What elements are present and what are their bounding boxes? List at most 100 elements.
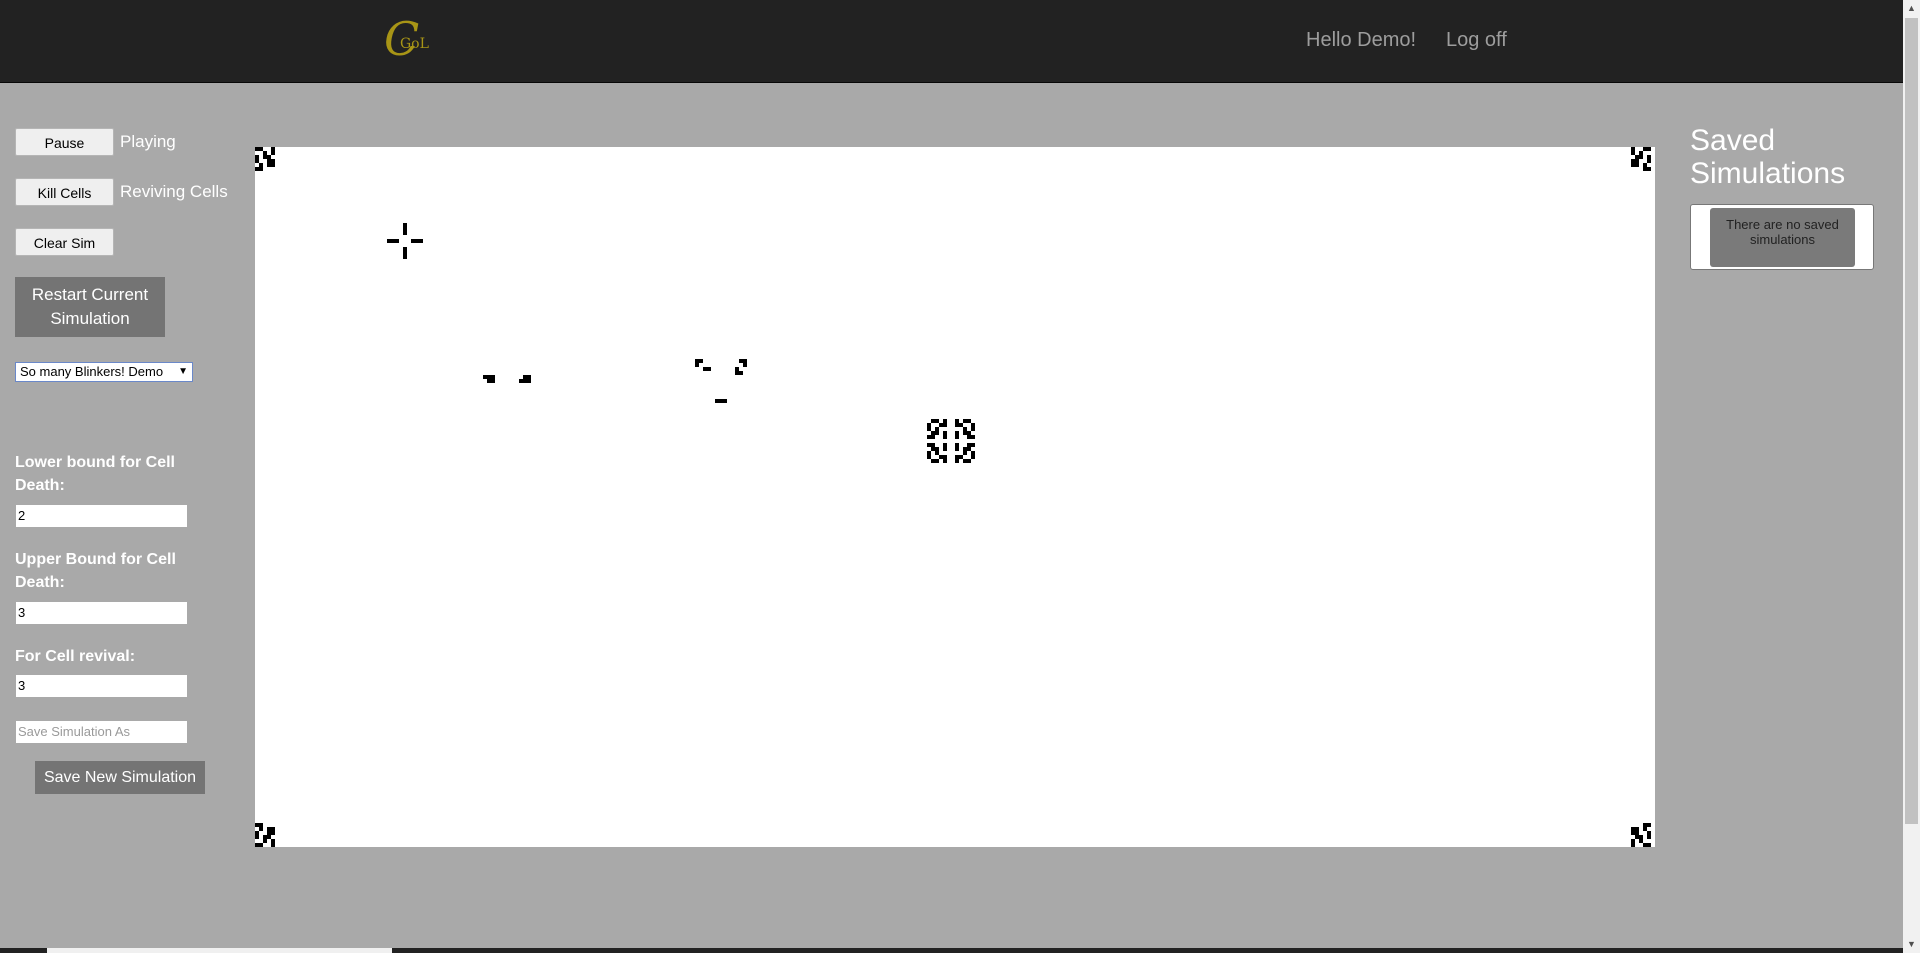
save-new-simulation-button[interactable]: Save New Simulation: [35, 761, 205, 794]
blinker-cell: [403, 227, 407, 231]
corner-cluster-cell: [1631, 831, 1635, 835]
pulsar-cell: [963, 431, 967, 435]
clear-sim-button[interactable]: Clear Sim: [15, 228, 114, 256]
kill-cells-button[interactable]: Kill Cells: [15, 178, 114, 206]
pulsar-cell: [963, 427, 967, 431]
corner-cluster-cell: [267, 831, 271, 835]
corner-cluster-cell: [271, 163, 275, 167]
corner-cluster-cell: [259, 823, 263, 827]
scroll-thumb[interactable]: [1905, 18, 1918, 824]
pulsar-cell: [971, 435, 975, 439]
pulsar-cell: [927, 443, 931, 447]
corner-cluster-cell: [1647, 147, 1651, 151]
corner-cluster-cell: [1647, 835, 1651, 839]
brand-logo[interactable]: C GoL: [384, 16, 432, 66]
corner-cluster-cell: [1643, 167, 1647, 171]
pulsar-cell: [959, 455, 963, 459]
corner-cluster-cell: [259, 167, 263, 171]
corner-cluster-cell: [263, 839, 267, 843]
block-cell: [483, 375, 487, 379]
corner-cluster-cell: [271, 159, 275, 163]
pulsar-cell: [963, 451, 967, 455]
pulsar-cell: [967, 419, 971, 423]
bracket-cell: [735, 371, 739, 375]
corner-cluster-cell: [1639, 151, 1643, 155]
pause-button[interactable]: Pause: [15, 128, 114, 156]
pulsar-cell: [959, 423, 963, 427]
page-scrollbar[interactable]: ▲ ▼: [1903, 0, 1920, 953]
scroll-down-icon[interactable]: ▼: [1903, 936, 1920, 953]
pulsar-cell: [955, 459, 959, 463]
blinker-cell: [715, 399, 719, 403]
logoff-link[interactable]: Log off: [1446, 29, 1507, 52]
navbar: C GoL Hello Demo! Log off: [0, 0, 1903, 83]
pulsar-cell: [963, 419, 967, 423]
save-as-input[interactable]: Save Simulation As: [15, 720, 188, 744]
preset-select-value: So many Blinkers! Demo: [20, 364, 164, 379]
revival-input[interactable]: 3: [15, 674, 188, 698]
corner-cluster-cell: [255, 843, 259, 847]
corner-cluster-cell: [1635, 831, 1639, 835]
user-greeting-link[interactable]: Hello Demo!: [1306, 29, 1416, 52]
pulsar-cell: [943, 443, 947, 447]
corner-cluster-cell: [1631, 159, 1635, 163]
upper-bound-input[interactable]: 3: [15, 601, 188, 625]
corner-cluster-cell: [1643, 823, 1647, 827]
bracket-cell: [735, 367, 739, 371]
block-cell: [491, 379, 495, 383]
corner-cluster-cell: [1643, 843, 1647, 847]
corner-cluster-cell: [267, 159, 271, 163]
pulsar-cell: [927, 435, 931, 439]
pulsar-cell: [943, 459, 947, 463]
corner-cluster-cell: [255, 823, 259, 827]
corner-cluster-cell: [267, 163, 271, 167]
blinker-cell: [395, 239, 399, 243]
pulsar-cell: [971, 451, 975, 455]
lower-bound-input[interactable]: 2: [15, 504, 188, 528]
pulsar-cell: [935, 447, 939, 451]
pulsar-cell: [935, 427, 939, 431]
pulsar-cell: [927, 455, 931, 459]
bracket-cell: [699, 359, 703, 363]
saved-simulations-empty: There are no saved simulations: [1710, 208, 1855, 267]
blinker-cell: [403, 247, 407, 251]
corner-cluster-cell: [271, 831, 275, 835]
corner-cluster-cell: [271, 827, 275, 831]
bracket-cell: [739, 359, 743, 363]
bracket-cell: [695, 359, 699, 363]
corner-cluster-cell: [255, 155, 259, 159]
corner-cluster-cell: [271, 151, 275, 155]
revival-label: For Cell revival:: [15, 648, 136, 665]
pulsar-cell: [931, 443, 935, 447]
corner-cluster-cell: [1631, 147, 1635, 151]
bracket-cell: [743, 359, 747, 363]
corner-cluster-cell: [1647, 167, 1651, 171]
corner-cluster-cell: [1635, 159, 1639, 163]
pulsar-cell: [955, 447, 959, 451]
corner-cluster-cell: [259, 827, 263, 831]
blinker-cell: [719, 399, 723, 403]
lower-bound-label: Lower bound for Cell Death:: [15, 454, 175, 494]
pulsar-cell: [927, 423, 931, 427]
corner-cluster-cell: [1631, 163, 1635, 167]
block-cell: [487, 375, 491, 379]
cell-mode-text: Reviving Cells: [120, 182, 228, 201]
pulsar-cell: [967, 459, 971, 463]
taskbar-tab: [47, 948, 392, 953]
pulsar-cell: [939, 455, 943, 459]
corner-cluster-cell: [1639, 155, 1643, 159]
corner-cluster-cell: [1639, 835, 1643, 839]
block-cell: [519, 379, 523, 383]
game-of-life-grid[interactable]: [255, 147, 1655, 847]
corner-cluster-cell: [263, 155, 267, 159]
restart-simulation-button[interactable]: Restart Current Simulation: [15, 277, 165, 337]
pulsar-cell: [943, 447, 947, 451]
scroll-up-icon[interactable]: ▲: [1903, 0, 1920, 17]
pulsar-cell: [955, 435, 959, 439]
block-cell: [487, 379, 491, 383]
pulsar-cell: [967, 431, 971, 435]
preset-select[interactable]: So many Blinkers! Demo ▼: [15, 362, 193, 382]
simulation-board[interactable]: [255, 147, 1655, 847]
corner-cluster-cell: [267, 827, 271, 831]
corner-cluster-cell: [1639, 839, 1643, 843]
